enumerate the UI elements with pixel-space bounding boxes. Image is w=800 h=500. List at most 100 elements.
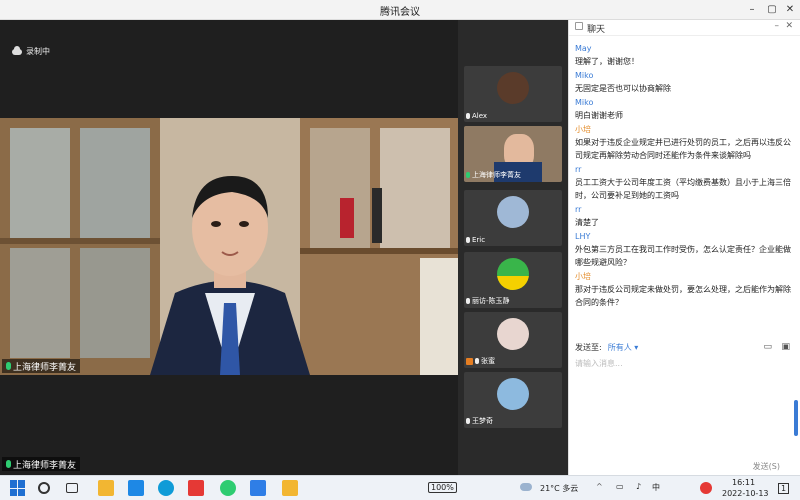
message-text: 员工工资大于公司年度工资（平均缴费基数）且小于上海三倍时，公司要补足到她的工资吗 xyxy=(575,178,791,200)
chat-scrollbar[interactable] xyxy=(794,400,798,436)
message-text: 外包第三方员工在我司工作时受伤，怎么认定责任？企业能做哪些规避风险？ xyxy=(575,245,791,267)
chat-header: 聊天 – ✕ xyxy=(569,20,800,36)
speaker-name: 上海律师李菁友 xyxy=(13,362,77,373)
message-sender: rr xyxy=(575,165,582,174)
recording-indicator: 录制中 xyxy=(12,45,50,57)
battery-indicator[interactable]: 100% xyxy=(428,482,457,493)
windows-start-icon[interactable] xyxy=(10,480,26,496)
participant-name-row: Alex xyxy=(466,112,487,120)
tencent-meeting-icon[interactable] xyxy=(250,480,266,496)
microphone-icon xyxy=(466,418,470,424)
participant-tile[interactable]: 王梦奇 xyxy=(464,372,562,428)
speaker-video-image xyxy=(0,118,458,375)
message-sender: LHY xyxy=(575,232,591,241)
maximize-button[interactable]: ▢ xyxy=(764,2,780,18)
chat-panel: 聊天 – ✕ May 理解了，谢谢您！ Miko 无固定是否也可以协商解除 Mi… xyxy=(568,20,800,475)
message-sender: Miko xyxy=(575,98,594,107)
minimize-chat-icon[interactable]: – xyxy=(775,21,780,31)
participant-name-row: Eric xyxy=(466,236,485,244)
mail-icon[interactable] xyxy=(128,480,144,496)
message-sender: May xyxy=(575,44,592,53)
volume-icon[interactable]: ♪ xyxy=(636,482,641,491)
tray-chevron-icon[interactable]: ^ xyxy=(596,482,603,491)
user-icon xyxy=(466,357,473,365)
close-button[interactable]: ✕ xyxy=(782,2,798,18)
participant-name: 上海律师李菁友 xyxy=(472,171,521,179)
meeting-window: 腾讯会议 – ▢ ✕ 录制中 上海律师李菁友 上海律师李菁友 Alex 上海律师… xyxy=(0,0,800,500)
weather-text[interactable]: 21°C 多云 xyxy=(540,483,578,494)
chat-title: 聊天 xyxy=(587,25,606,35)
chat-message-list: May 理解了，谢谢您！ Miko 无固定是否也可以协商解除 Miko 明白谢谢… xyxy=(575,42,795,310)
edge-icon[interactable] xyxy=(158,480,174,496)
chat-message: LHY 外包第三方员工在我司工作时受伤，怎么认定责任？企业能做哪些规避风险？ xyxy=(575,230,795,269)
participant-tile[interactable]: 张蜜 xyxy=(464,312,562,368)
minimize-button[interactable]: – xyxy=(744,2,760,18)
participant-tile[interactable]: 丽访-陈玉静 xyxy=(464,252,562,308)
message-text: 那对于违反公司规定未做处罚，要怎么处理，之后能作为解除合同的条件？ xyxy=(575,285,791,307)
participant-tile[interactable]: 上海律师李菁友 xyxy=(464,126,562,182)
notification-badge[interactable]: 1 xyxy=(778,483,790,494)
chat-message: 小培 那对于违反公司规定未做处罚，要怎么处理，之后能作为解除合同的条件？ xyxy=(575,270,795,309)
weather-icon xyxy=(520,483,532,491)
participant-name-row: 王梦奇 xyxy=(466,416,493,426)
folder-icon[interactable]: ▭ xyxy=(763,342,772,352)
bottom-speaker-name: 上海律师李菁友 xyxy=(13,460,77,471)
participant-name-row: 上海律师李菁友 xyxy=(466,170,521,180)
network-icon[interactable]: ▭ xyxy=(616,482,624,491)
taskbar: 100% 21°C 多云 ^ ▭ ♪ 中 16:11 2022-10-13 1 xyxy=(0,475,800,500)
chat-message: rr 清楚了 xyxy=(575,203,795,229)
send-to-row: 发送至: 所有人 ▾ xyxy=(575,342,638,353)
avatar xyxy=(497,258,529,290)
recording-label: 录制中 xyxy=(26,47,50,56)
task-view-icon[interactable] xyxy=(66,483,78,493)
app-tray-icon[interactable] xyxy=(700,482,712,494)
participant-tile[interactable]: Alex xyxy=(464,66,562,122)
chat-input[interactable]: 请输入消息... xyxy=(575,358,623,369)
clock-time[interactable]: 16:11 xyxy=(732,478,755,487)
screenshot-icon[interactable]: ▣ xyxy=(781,342,790,352)
microphone-icon xyxy=(466,172,470,178)
participant-name: 丽访-陈玉静 xyxy=(472,297,510,305)
participant-name-row: 丽访-陈玉静 xyxy=(466,296,510,306)
search-icon[interactable] xyxy=(38,482,50,494)
speaker-name-badge: 上海律师李菁友 xyxy=(2,359,81,373)
microphone-icon xyxy=(6,362,11,370)
message-text: 无固定是否也可以协商解除 xyxy=(575,84,671,93)
close-chat-icon[interactable]: ✕ xyxy=(785,21,793,31)
message-sender: Miko xyxy=(575,71,594,80)
chat-message: Miko 明白谢谢老师 xyxy=(575,96,795,122)
microphone-icon xyxy=(466,237,470,243)
message-text: 清楚了 xyxy=(575,218,599,227)
avatar-detail xyxy=(497,276,529,290)
chat-message: Miko 无固定是否也可以协商解除 xyxy=(575,69,795,95)
ime-label[interactable]: 中 xyxy=(652,482,660,493)
title-bar: 腾讯会议 – ▢ ✕ xyxy=(0,0,800,20)
window-title: 腾讯会议 xyxy=(380,7,420,18)
participant-name-row: 张蜜 xyxy=(466,356,495,366)
message-sender: 小培 xyxy=(575,272,591,281)
participant-name: 王梦奇 xyxy=(472,417,493,425)
participant-tile[interactable]: Eric xyxy=(464,190,562,246)
message-text: 如果对于违反企业规定并已进行处罚的员工，之后再以违反公司规定再解除劳动合同时还能… xyxy=(575,138,791,160)
avatar xyxy=(497,318,529,350)
avatar xyxy=(497,196,529,228)
send-button[interactable]: 发送(S) xyxy=(753,461,780,472)
clock-date[interactable]: 2022-10-13 xyxy=(722,489,769,498)
wechat-icon[interactable] xyxy=(220,480,236,496)
bottom-speaker-label: 上海律师李菁友 xyxy=(2,457,81,471)
message-text: 明白谢谢老师 xyxy=(575,111,623,120)
folder-icon[interactable] xyxy=(282,480,298,496)
avatar xyxy=(497,378,529,410)
chat-icon xyxy=(575,22,583,30)
file-explorer-icon[interactable] xyxy=(98,480,114,496)
send-to-select[interactable]: 所有人 ▾ xyxy=(608,342,639,353)
speaker-video: 上海律师李菁友 xyxy=(0,118,458,375)
participant-name: 张蜜 xyxy=(481,357,495,365)
pdf-icon[interactable] xyxy=(188,480,204,496)
main-video-area: 录制中 上海律师李菁友 上海律师李菁友 xyxy=(0,20,458,475)
microphone-icon xyxy=(466,298,470,304)
message-sender: rr xyxy=(575,205,582,214)
participant-name: Alex xyxy=(472,112,488,120)
participant-strip: Alex 上海律师李菁友 Eric 丽访-陈玉静 张蜜 王梦奇 xyxy=(458,20,568,475)
cloud-icon xyxy=(12,45,22,55)
